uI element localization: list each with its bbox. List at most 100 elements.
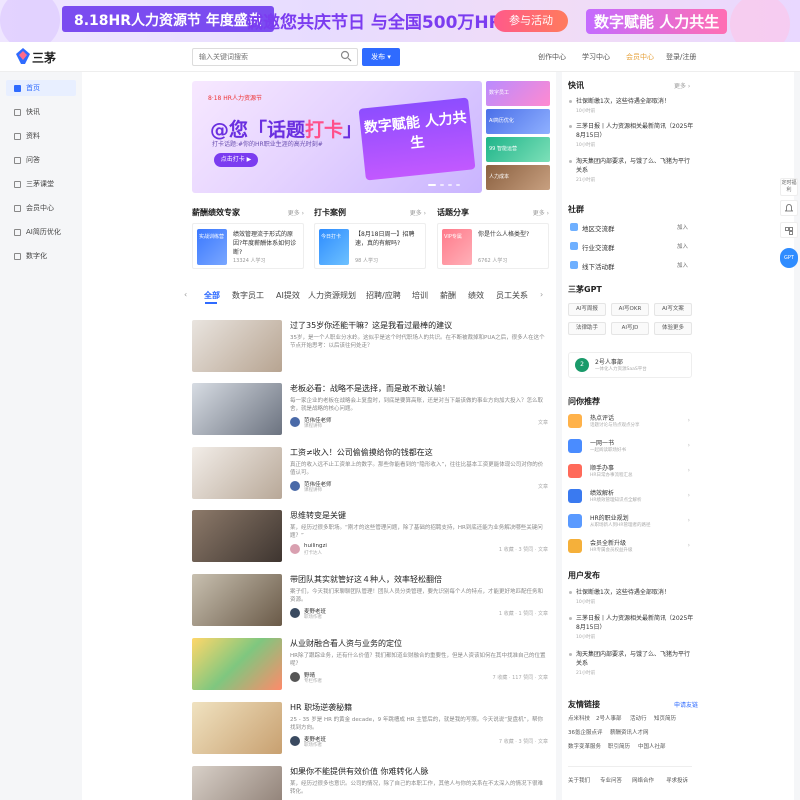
avatar[interactable] [290,608,300,618]
article-item[interactable]: 如果你不能提供有效价值 你难转化人脉 某，经历过很多也意识。公司的情况，除了自己… [192,766,550,800]
tab-training[interactable]: 培训 [412,290,428,301]
article-item[interactable]: 过了35岁你还能干嘛？这是我看过最棒的建议 35岁，是一个人职业分水岭。这似乎是… [192,320,550,384]
join-button[interactable]: 加入 [677,242,688,250]
nav-login-register[interactable]: 登录/注册 [666,52,696,62]
sidebar-item-home[interactable]: 首页 [6,80,76,96]
article-item[interactable]: HR 职场逆袭秘籍 25 - 35 岁是 HR 的黄金 decade，9 年跳槽… [192,702,550,766]
author-name[interactable]: huilingzi [304,543,327,549]
recommend-item[interactable]: 热点评话 话题讨论与热点观点分享 › [568,412,692,434]
friend-link[interactable]: 36氪企服点评 [568,728,603,736]
recommend-item[interactable]: HR的职业规划 从职场新人到HR管理者的路径 › [568,512,692,534]
article-item[interactable]: 带团队其实就管好这４种人，效率轻松翻倍 案子们，今天我们来聊聊团队管理！团队人员… [192,574,550,638]
float-benefit-button[interactable]: 定时福利 [780,178,798,196]
footer-qa[interactable]: 专业问答 [600,776,622,784]
section-card[interactable]: 今日打卡 【8月18日周一】招聘速，真的有解吗? 98 人学习 [314,223,426,269]
recommend-item[interactable]: 绩效解析 HR绩效管理知识点全解析 › [568,487,692,509]
footer-cooperation[interactable]: 网络合作 [632,776,654,784]
article-title[interactable]: 思维转变是关键 [290,510,346,521]
article-item[interactable]: 思维转变是关键 某，经历过很多职场。“刚才的这些管理问题，除了基础的招聘支持，H… [192,510,550,574]
friend-link[interactable]: 活动行 [630,714,647,722]
avatar[interactable] [290,481,300,491]
news-item[interactable]: 淘天集团内部要求，与饿了么、飞猪为平行关系 21小时前 [569,157,694,185]
join-button[interactable]: 加入 [677,223,688,231]
friend-link[interactable]: 点米科技 [568,714,590,722]
carousel-dots[interactable] [428,183,468,187]
footer-complaint[interactable]: 寻求投诉 [666,776,688,784]
recommend-item[interactable]: 会员全新升级 HR专属会员权益升级 › [568,537,692,559]
friend-link[interactable]: 2号人事部 [596,714,622,722]
join-button[interactable]: 加入 [677,261,688,269]
banner-join-button[interactable]: 参与活动 [494,10,568,32]
article-title[interactable]: HR 职场逆袭秘籍 [290,702,352,713]
tab-ai-efficiency[interactable]: AI提效 [276,290,300,301]
search-icon[interactable] [340,50,352,62]
recommend-item[interactable]: 顺手办事 HR日常办事流程汇总 › [568,462,692,484]
tab-performance[interactable]: 绩效 [468,290,484,301]
article-title[interactable]: 从业财融合看人资与业务的定位 [290,638,402,649]
tabs-prev-arrow[interactable]: ‹ [184,290,187,299]
community-item[interactable]: 地区交流群 加入 [568,221,692,235]
sidebar-item-resources[interactable]: 资料 [6,128,76,144]
tab-all[interactable]: 全部 [204,290,220,301]
tabs-next-arrow[interactable]: › [540,290,543,299]
article-item[interactable]: 工资≠收入！公司偷偷摸给你的钱都在这 真正的收入远不止工资单上的数字。那些你能看… [192,447,550,511]
article-title[interactable]: 过了35岁你还能干嘛？这是我看过最棒的建议 [290,320,452,331]
section-more-link[interactable]: 更多 › [410,208,426,217]
publish-button[interactable]: 发布 ▾ [362,48,400,66]
friend-link[interactable]: 数字变革服务 [568,742,601,750]
friend-link[interactable]: 中国人社部 [638,742,666,750]
sidebar-item-classroom[interactable]: 三茅课堂 [6,176,76,192]
promo-2hao-renshi[interactable]: 2 2号人事部 一体化人力资源SaaS平台 [568,352,692,378]
thumbnail-item[interactable]: 人力成本 [486,165,550,190]
community-item[interactable]: 线下活动群 加入 [568,259,692,273]
sidebar-item-member[interactable]: 会员中心 [6,200,76,216]
tab-recruitment[interactable]: 招聘/应聘 [366,290,401,301]
article-title[interactable]: 工资≠收入！公司偷偷摸给你的钱都在这 [290,447,433,458]
top-promo-banner[interactable]: 8.18HR人力资源节 年度盛典 诚邀您共庆节日 与全国500万HR共成长 参与… [0,0,800,42]
article-title[interactable]: 带团队其实就管好这４种人，效率轻松翻倍 [290,574,442,585]
user-post-item[interactable]: 淘天集团内部要求，与饿了么、飞猪为平行关系 21小时前 [569,650,694,678]
user-post-item[interactable]: 社保断缴1次，这些待遇全部取消！ 10小时前 [569,588,694,607]
section-card[interactable]: 实战训练营 绩效管理流于形式的原因?年度薪酬体系如何诊断? 13324 人学习 [192,223,304,269]
sidebar-item-digital[interactable]: 数字化 [6,248,76,264]
hero-carousel[interactable]: 8·18 HR人力资源节 @您「话题打卡」 打卡话题:#你的HR职业生涯的高光时… [192,81,482,193]
avatar[interactable] [290,544,300,554]
float-qrcode-button[interactable] [780,222,798,238]
community-item[interactable]: 行业交流群 加入 [568,240,692,254]
thumbnail-item[interactable]: AI简历优化 [486,109,550,134]
gpt-chip-okr[interactable]: AI写OKR [611,303,649,316]
user-post-item[interactable]: 三茅日报丨人力资源相关最新简讯（2025年8月15日） 10小时前 [569,614,694,642]
avatar[interactable] [290,672,300,682]
news-item[interactable]: 三茅日报丨人力资源相关最新简讯（2025年8月15日） 10小时前 [569,122,694,150]
sidebar-item-ai-resume[interactable]: AI简历优化 [6,224,76,240]
section-more-link[interactable]: 更多 › [288,208,304,217]
gpt-chip-jd[interactable]: AI写JD [611,322,649,335]
sidebar-item-qa[interactable]: 问答 [6,152,76,168]
friend-link[interactable]: 知页简历 [654,714,676,722]
float-notify-button[interactable] [780,200,798,216]
tab-salary[interactable]: 薪酬 [440,290,456,301]
article-title[interactable]: 如果你不能提供有效价值 你难转化人脉 [290,766,429,777]
hero-checkin-button[interactable]: 点击打卡 ▶ [214,153,258,167]
section-card[interactable]: VIP专属 你是什么人格类型? 6762 人学习 [437,223,549,269]
thumbnail-item[interactable]: 99 智能运营 [486,137,550,162]
float-gpt-button[interactable]: GPT [780,248,798,268]
friend-link[interactable]: 薪酬资讯人才网 [610,728,649,736]
search-input[interactable] [192,48,358,66]
footer-about[interactable]: 关于我们 [568,776,590,784]
tab-employee-relations[interactable]: 员工关系 [496,290,528,301]
gpt-chip-copy[interactable]: AI写文案 [654,303,692,316]
article-title[interactable]: 老板必看：战略不是选择，而是敢不敢认输！ [290,383,450,394]
apply-link-button[interactable]: 申请友链 [674,700,698,709]
article-item[interactable]: 老板必看：战略不是选择，而是敢不敢认输！ 每一家企业的老板在战略会上复盘时，到底… [192,383,550,447]
article-item[interactable]: 从业财融合看人资与业务的定位 HR除了跟踪业务，还有什么价值？我们都知道业财融合… [192,638,550,702]
avatar[interactable] [290,417,300,427]
avatar[interactable] [290,736,300,746]
nav-member-center[interactable]: 会员中心 [626,52,654,62]
nav-learning-center[interactable]: 学习中心 [582,52,610,62]
tab-digital-employee[interactable]: 数字员工 [232,290,264,301]
sidebar-item-news[interactable]: 快讯 [6,104,76,120]
gpt-chip-weekly[interactable]: AI写周报 [568,303,606,316]
gpt-chip-more[interactable]: 体验更多 [654,322,692,335]
site-logo[interactable]: 三茅 [16,47,68,67]
